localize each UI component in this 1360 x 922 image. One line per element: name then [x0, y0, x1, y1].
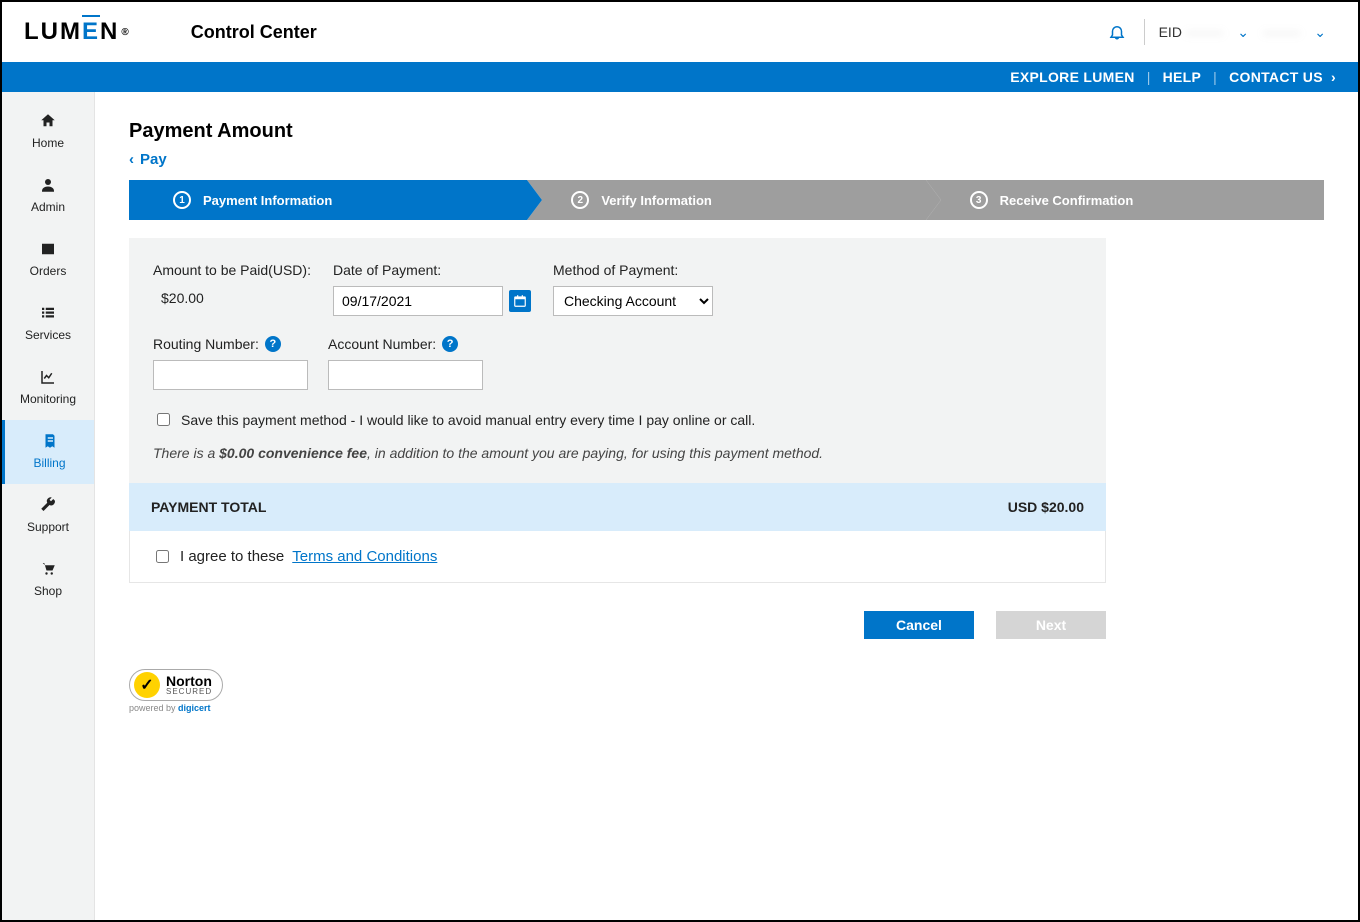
form-actions: Cancel Next — [129, 611, 1106, 639]
convenience-fee-text: There is a $0.00 convenience fee, in add… — [153, 445, 1082, 461]
nav-explore[interactable]: EXPLORE LUMEN — [1010, 69, 1134, 85]
nav-help[interactable]: HELP — [1163, 69, 1202, 85]
method-select[interactable]: Checking Account — [553, 286, 713, 316]
checkmark-icon: ✓ — [134, 672, 160, 698]
chart-icon — [39, 368, 57, 386]
chevron-down-icon: ⌄ — [1237, 24, 1249, 41]
home-icon — [39, 112, 57, 130]
billing-icon — [41, 432, 59, 450]
total-label: PAYMENT TOTAL — [151, 499, 266, 515]
seal-tag: SECURED — [166, 688, 212, 696]
top-bar: LUMEN® Control Center EID ········ ⌄ ···… — [2, 2, 1358, 62]
sidebar-item-support[interactable]: Support — [2, 484, 94, 548]
payment-total-row: PAYMENT TOTAL USD $20.00 — [129, 483, 1106, 531]
calendar-button[interactable] — [509, 290, 531, 312]
page-title: Payment Amount — [129, 120, 1324, 143]
cancel-button[interactable]: Cancel — [864, 611, 974, 639]
next-button[interactable]: Next — [996, 611, 1106, 639]
list-icon — [39, 304, 57, 322]
wrench-icon — [39, 496, 57, 514]
user-name: ········ — [1263, 24, 1300, 40]
sidebar-item-services[interactable]: Services — [2, 292, 94, 356]
account-help-icon[interactable]: ? — [442, 336, 458, 352]
routing-label: Routing Number: — [153, 336, 259, 352]
method-label: Method of Payment: — [553, 262, 723, 278]
sidebar-item-shop[interactable]: Shop — [2, 548, 94, 612]
progress-stepper: 1 Payment Information 2 Verify Informati… — [129, 180, 1324, 220]
sidebar-item-billing[interactable]: Billing — [2, 420, 94, 484]
account-menu[interactable]: EID ········ ⌄ ········ ⌄ — [1159, 24, 1336, 41]
payment-form-panel: Amount to be Paid(USD): $20.00 Date of P… — [129, 238, 1106, 483]
terms-link[interactable]: Terms and Conditions — [292, 548, 437, 565]
sidebar-item-monitoring[interactable]: Monitoring — [2, 356, 94, 420]
nav-contact[interactable]: CONTACT US › — [1229, 69, 1336, 85]
sidebar-item-label: Support — [27, 520, 69, 534]
sidebar-item-label: Monitoring — [20, 392, 76, 406]
amount-label: Amount to be Paid(USD): — [153, 262, 313, 278]
save-method-checkbox[interactable] — [157, 413, 170, 426]
sidebar-item-label: Home — [32, 136, 64, 150]
sidebar-item-label: Billing — [33, 456, 65, 470]
global-nav: EXPLORE LUMEN | HELP | CONTACT US › — [2, 62, 1358, 92]
routing-help-icon[interactable]: ? — [265, 336, 281, 352]
step-label: Verify Information — [601, 193, 712, 208]
sidebar-item-label: Shop — [34, 584, 62, 598]
agree-checkbox[interactable] — [156, 550, 169, 563]
step-label: Receive Confirmation — [1000, 193, 1134, 208]
seal-powered-by: powered by digicert — [129, 703, 1324, 713]
total-value: USD $20.00 — [1008, 499, 1084, 515]
account-input[interactable] — [328, 360, 483, 390]
sidebar-item-admin[interactable]: Admin — [2, 164, 94, 228]
sidebar: Home Admin Orders Services Monitoring Bi… — [2, 92, 95, 920]
account-label: Account Number: — [328, 336, 436, 352]
sidebar-item-label: Admin — [31, 200, 65, 214]
sidebar-item-label: Orders — [30, 264, 67, 278]
notifications-button[interactable] — [1090, 19, 1145, 45]
back-label: Pay — [140, 151, 167, 168]
back-link[interactable]: ‹ Pay — [129, 151, 167, 168]
cart-icon — [39, 560, 57, 578]
step-label: Payment Information — [203, 193, 332, 208]
step-confirmation: 3 Receive Confirmation — [926, 180, 1324, 220]
inbox-icon — [39, 240, 57, 258]
sidebar-item-orders[interactable]: Orders — [2, 228, 94, 292]
date-input[interactable] — [333, 286, 503, 316]
agree-text: I agree to these — [180, 548, 284, 565]
main-content: Payment Amount ‹ Pay 1 Payment Informati… — [95, 92, 1358, 920]
amount-value: $20.00 — [153, 290, 313, 306]
chevron-right-icon: › — [1327, 69, 1336, 85]
eid-value: ········ — [1186, 24, 1223, 40]
date-label: Date of Payment: — [333, 262, 533, 278]
security-seal[interactable]: ✓ Norton SECURED powered by digicert — [129, 669, 1324, 713]
save-method-label: Save this payment method - I would like … — [181, 412, 755, 428]
sidebar-item-home[interactable]: Home — [2, 100, 94, 164]
step-verify-info: 2 Verify Information — [527, 180, 925, 220]
seal-brand: Norton — [166, 674, 212, 688]
save-method-row[interactable]: Save this payment method - I would like … — [153, 410, 1082, 429]
user-icon — [39, 176, 57, 194]
agree-row: I agree to these Terms and Conditions — [129, 531, 1106, 583]
routing-input[interactable] — [153, 360, 308, 390]
chevron-left-icon: ‹ — [129, 151, 134, 168]
eid-label: EID — [1159, 24, 1182, 40]
brand-logo: LUMEN® — [24, 18, 131, 46]
sidebar-item-label: Services — [25, 328, 71, 342]
app-title: Control Center — [191, 22, 317, 43]
calendar-icon — [513, 294, 527, 308]
chevron-down-icon: ⌄ — [1314, 24, 1326, 41]
step-payment-info: 1 Payment Information — [129, 180, 527, 220]
bell-icon — [1108, 23, 1126, 41]
